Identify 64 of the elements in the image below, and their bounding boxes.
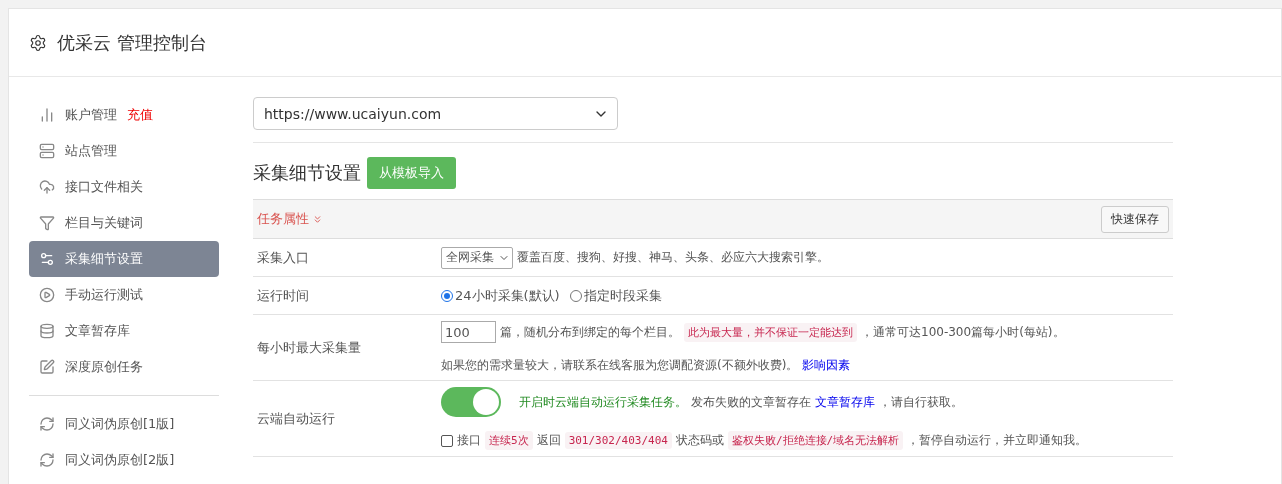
sidebar-item[interactable]: 账户管理 充值 <box>29 97 219 133</box>
description-text: 发布失败的文章暂存在 <box>691 393 811 411</box>
sidebar-item[interactable]: 同义词伪原创[1版] <box>29 406 219 442</box>
recharge-link[interactable]: 充值 <box>127 106 153 124</box>
code-text: 此为最大量，并不保证一定能达到 <box>684 322 857 342</box>
save-button[interactable]: 快速保存 <box>1101 205 1169 233</box>
sidebar-label: 账户管理 <box>65 106 117 124</box>
sidebar-item[interactable]: 栏目与关键词 <box>29 205 219 241</box>
sidebar-item[interactable]: 深度原创任务 <box>29 349 219 385</box>
sidebar-label: 采集细节设置 <box>65 250 143 268</box>
code-text: 连续5次 <box>485 431 533 450</box>
sidebar-item[interactable]: 文章暂存库 <box>29 313 219 349</box>
toggle-switch[interactable] <box>441 387 501 417</box>
sidebar-item[interactable]: 采集细节设置 <box>29 241 219 277</box>
site-select[interactable]: https://www.ucaiyun.com <box>253 97 618 130</box>
field-label: 采集入口 <box>256 248 310 267</box>
cloud-upload-icon <box>39 179 55 195</box>
sidebar-label: 文章暂存库 <box>65 322 130 340</box>
checkbox[interactable] <box>441 434 453 447</box>
code-text: 301/302/403/404 <box>564 432 672 449</box>
source-select[interactable]: 全网采集 <box>441 246 513 269</box>
radio-label: 指定时段采集 <box>583 286 662 305</box>
sidebar-item[interactable]: 站点管理 <box>29 133 219 169</box>
bar-chart-icon <box>39 107 55 123</box>
description-text: 接口 <box>457 432 481 449</box>
sidebar-item[interactable]: 同义词伪原创[2版] <box>29 442 219 478</box>
section-title: 采集细节设置 <box>253 161 361 185</box>
code-text: 鉴权失败/拒绝连接/域名无法解析 <box>727 431 904 450</box>
console-title: 优采云 管理控制台 <box>57 30 207 55</box>
sidebar-label: 同义词伪原创[1版] <box>65 415 175 433</box>
link[interactable]: 影响因素 <box>802 357 851 374</box>
sidebar-label: 接口文件相关 <box>65 178 143 196</box>
refresh-icon <box>39 452 55 468</box>
description-text: 返回 <box>536 432 561 449</box>
sidebar-item[interactable]: 接口文件相关 <box>29 169 219 205</box>
description-text: 状态码或 <box>675 432 724 449</box>
field-label: 运行时间 <box>256 286 310 305</box>
filter-icon <box>39 215 55 231</box>
database-icon <box>39 323 55 339</box>
double-chevron-icon <box>312 213 323 225</box>
number-input[interactable]: 100 <box>441 321 496 343</box>
description-text: ，请自行获取。 <box>879 393 963 411</box>
field-label: 每小时最大采集量 <box>256 338 362 357</box>
settings-icon <box>29 33 47 52</box>
description-text: 覆盖百度、搜狗、好搜、神马、头条、必应六大搜索引擎。 <box>517 249 829 266</box>
play-icon <box>39 287 55 303</box>
sidebar-label: 同义词伪原创[2版] <box>65 451 175 469</box>
field-label: 云端自动运行 <box>256 409 336 428</box>
sidebar-label: 深度原创任务 <box>65 358 143 376</box>
sidebar-label: 手动运行测试 <box>65 286 143 304</box>
description-text: 如果您的需求量较大，请联系在线客服为您调配资源(不额外收费)。 <box>441 357 799 374</box>
server-icon <box>39 143 55 159</box>
description-text: 篇，随机分布到绑定的每个栏目。 <box>500 323 680 341</box>
link[interactable]: 文章暂存库 <box>815 393 875 411</box>
radio-option[interactable]: 指定时段采集 <box>569 286 662 305</box>
description-text: ，通常可达100-300篇每小时(每站)。 <box>861 323 1065 341</box>
edit-icon <box>39 359 55 375</box>
panel-title[interactable]: 任务属性 <box>257 210 323 228</box>
description-text: ，暂停自动运行，并立即通知我。 <box>907 432 1088 449</box>
description-text: 开启时云端自动运行采集任务。 <box>519 393 687 411</box>
sidebar-label: 站点管理 <box>65 142 117 160</box>
sidebar-label: 栏目与关键词 <box>65 214 143 232</box>
refresh-icon <box>39 416 55 432</box>
sidebar-item[interactable]: 手动运行测试 <box>29 277 219 313</box>
